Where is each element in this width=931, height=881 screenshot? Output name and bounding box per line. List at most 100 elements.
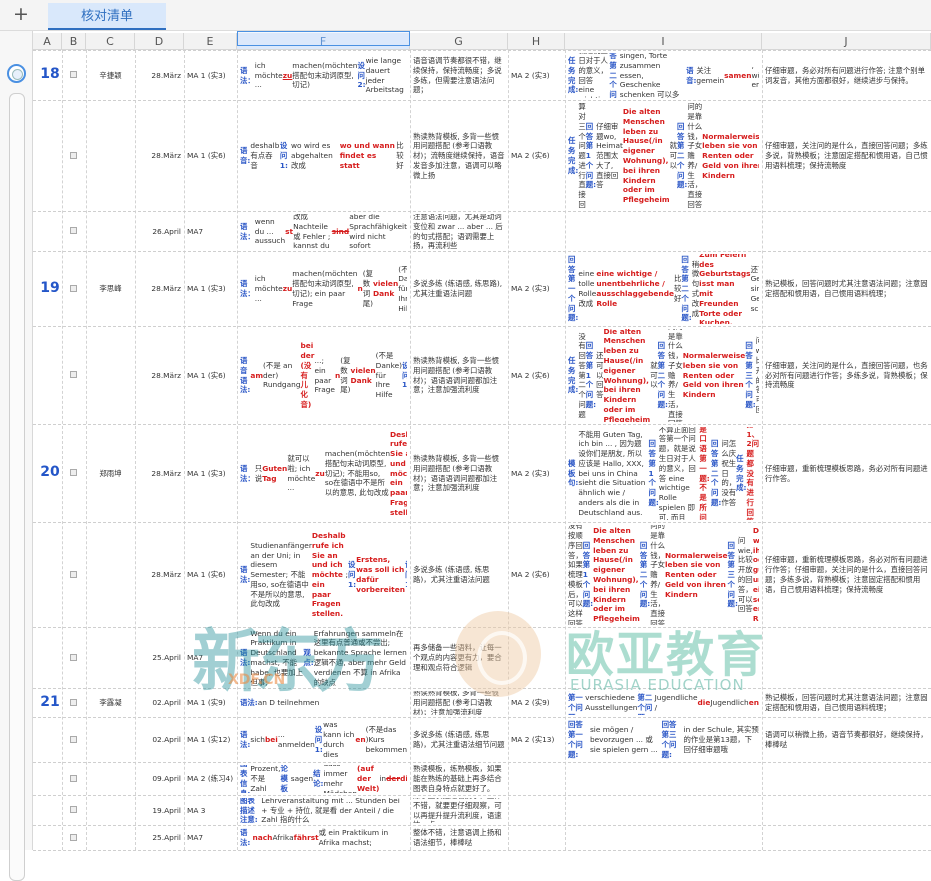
- feedback-i-cell[interactable]: 任务完成: 不算正面回答第一个问题，就是说生日对于人的意义，回答 eine wi…: [568, 53, 759, 98]
- row-checkbox[interactable]: [70, 833, 77, 841]
- ma1-cell[interactable]: MA 1 (实3): [187, 53, 234, 98]
- row-checkbox[interactable]: [70, 151, 77, 159]
- date-cell[interactable]: 28.März: [138, 427, 181, 520]
- comment-g-cell[interactable]: 注意语法问题，尤其是动词变位和 zwar ... aber ... 后的句式搭配…: [413, 214, 505, 249]
- date-cell[interactable]: 25.April: [138, 828, 181, 848]
- student-name-cell[interactable]: [89, 329, 132, 422]
- feedback-i-cell[interactable]: 回答第一个问题: eine tolle Rolle 改成 eine wichti…: [568, 254, 759, 324]
- row-checkbox[interactable]: [70, 698, 77, 706]
- ma1-cell[interactable]: MA7: [187, 214, 234, 249]
- comment-g-cell[interactable]: 熟读熟背模板, 多背一些惯用问题搭配 (参考口语教材)；语语语调问题都加注意；注…: [413, 329, 505, 422]
- feedback-i-cell[interactable]: 时间过短，没有按顺序回答，如果梳理模板后，可以这样回答三个问题: 回答第1个问题…: [568, 525, 759, 625]
- summary-j-cell[interactable]: 仔细审题，重新梳理模板思路，务必对所有问题进行作答；仔细审题，关注问的是什么，直…: [765, 525, 928, 625]
- summary-j-cell[interactable]: 仔细审题，务必对所有问题进行作答; 注意个别单词发音，其他方面都很好，继续进步与…: [765, 53, 928, 98]
- column-header-h[interactable]: H: [508, 33, 565, 50]
- feedback-i-cell[interactable]: [568, 828, 759, 848]
- row-checkbox[interactable]: [70, 774, 77, 782]
- row-checkbox[interactable]: [70, 371, 77, 378]
- student-name-cell[interactable]: [89, 828, 132, 848]
- ma1-cell[interactable]: MA 1 (实12): [187, 720, 234, 760]
- feedback-i-cell[interactable]: [568, 798, 759, 823]
- feedback-i-cell[interactable]: [568, 214, 759, 249]
- feedback-f-cell[interactable]: 语法： ich möchte ... zu machen(möchten 搭配句…: [240, 53, 407, 98]
- date-cell[interactable]: 09.April: [138, 765, 181, 793]
- date-cell[interactable]: 25.April: [138, 630, 181, 686]
- student-name-cell[interactable]: 辛捷颖: [89, 53, 132, 98]
- row-checkbox[interactable]: [70, 284, 77, 292]
- comment-g-cell[interactable]: 语音语调节奏都很不错，继续保持，保持流畅度；多说多练，但需要注意语法问题；: [413, 53, 505, 98]
- column-header-d[interactable]: D: [135, 33, 184, 50]
- column-header-i[interactable]: I: [565, 33, 762, 50]
- feedback-f-cell[interactable]: 语法： ich möchte ... zu machen(möchten 搭配句…: [240, 254, 407, 324]
- feedback-i-cell[interactable]: 回答第一个问题: verschiedene Ausstellungen 回答第二…: [568, 691, 759, 715]
- comment-g-cell[interactable]: 熟读熟背模板, 多背一些惯用问题搭配 (参考口语教材)；流畅度继续保持，语音发音…: [413, 103, 505, 209]
- student-name-cell[interactable]: [89, 525, 132, 625]
- column-header-j[interactable]: J: [762, 33, 931, 50]
- column-header-b[interactable]: B: [62, 33, 86, 50]
- student-name-cell[interactable]: [89, 103, 132, 209]
- column-header-g[interactable]: G: [410, 33, 508, 50]
- feedback-i-cell[interactable]: 回答第一个问题: sie mögen / bevorzugen ... 或 si…: [568, 720, 759, 760]
- student-name-cell[interactable]: 李露凝: [89, 691, 132, 715]
- ma2-cell[interactable]: MA 2 (实9): [511, 691, 562, 715]
- summary-j-cell[interactable]: [765, 630, 928, 686]
- student-name-cell[interactable]: [89, 720, 132, 760]
- ma1-cell[interactable]: MA 1 (实6): [187, 103, 234, 209]
- date-cell[interactable]: 28.März: [138, 254, 181, 324]
- ma2-cell[interactable]: [511, 798, 562, 823]
- ma2-cell[interactable]: MA 2 (实6): [511, 525, 562, 625]
- date-cell[interactable]: 02.April: [138, 691, 181, 715]
- column-header-e[interactable]: E: [184, 33, 237, 50]
- ma1-cell[interactable]: MA 1 (实6): [187, 329, 234, 422]
- selected-cell-f[interactable]: [237, 31, 410, 46]
- comment-g-cell[interactable]: 除了图表描述看反了，整体不错，就要更仔细观察，可以再提升提升流利度，语速快一点: [413, 798, 505, 823]
- date-cell[interactable]: 28.März: [138, 103, 181, 209]
- feedback-f-cell[interactable]: 语法: nach Afrika fährst 或 ein Praktikum i…: [240, 828, 407, 848]
- comment-g-cell[interactable]: 多说多练 (练语感, 练思路), 尤其注重语法问题: [413, 254, 505, 324]
- column-header-a[interactable]: A: [33, 33, 62, 50]
- summary-j-cell[interactable]: 熟记模板，回答问题时尤其注意语法问题；注意固定搭配和惯用语，自己惯用语料梳理；: [765, 691, 928, 715]
- summary-j-cell[interactable]: 仔细审题，关注问的是什么，直接回答问题；多练多说，背熟模板；注意固定搭配和惯用语…: [765, 103, 928, 209]
- ma2-cell[interactable]: MA 2 (实3): [511, 254, 562, 324]
- student-name-cell[interactable]: [89, 214, 132, 249]
- row-checkbox[interactable]: [70, 469, 77, 476]
- row-checkbox[interactable]: [70, 653, 77, 661]
- summary-j-cell[interactable]: 熟记模板，回答问题时尤其注意语法问题；注意固定搭配和惯用语，自己惯用语料梳理；: [765, 254, 928, 324]
- student-name-cell[interactable]: [89, 630, 132, 686]
- ma2-cell[interactable]: [511, 765, 562, 793]
- comment-g-cell[interactable]: 多说多练 (练语感, 练思路)，尤其注重语法细节问题: [413, 720, 505, 760]
- summary-j-cell[interactable]: [765, 765, 928, 793]
- ma1-cell[interactable]: MA 2 (练习4): [187, 765, 234, 793]
- student-name-cell[interactable]: [89, 798, 132, 823]
- date-cell[interactable]: 28.März: [138, 53, 181, 98]
- date-cell[interactable]: 28.März: [138, 525, 181, 625]
- summary-j-cell[interactable]: [765, 214, 928, 249]
- comment-g-cell[interactable]: 熟读模板，练熟模板，如果能在熟练的基础上再多结合图表自身特点就更好了。: [413, 765, 505, 793]
- ma2-cell[interactable]: MA 2 (实3): [511, 427, 562, 520]
- feedback-f-cell[interactable]: 图表描述注意: Lehrveranstaltung mit ... Stunde…: [240, 798, 407, 823]
- add-sheet-button[interactable]: +: [6, 3, 36, 27]
- student-name-cell[interactable]: 郑雨坤: [89, 427, 132, 520]
- feedback-i-cell[interactable]: [568, 765, 759, 793]
- student-name-cell[interactable]: [89, 765, 132, 793]
- feedback-f-cell[interactable]: 图表信息: Prozent, 不是Zahl 结论模板句: sagen 结论: d…: [240, 765, 407, 793]
- summary-j-cell[interactable]: [765, 828, 928, 848]
- feedback-f-cell[interactable]: 语音语法: am (不是 an der) Rundgang bei der (没…: [240, 329, 407, 422]
- tab-check-list[interactable]: 核对清单: [48, 3, 166, 30]
- summary-j-cell[interactable]: 仔细审题，关注问的是什么，直接回答问题，也务必对所有问题进行作答；多练多说，背熟…: [765, 329, 928, 422]
- ma2-cell[interactable]: MA 2 (实6): [511, 103, 562, 209]
- ma2-cell[interactable]: MA 2 (实13): [511, 720, 562, 760]
- comment-g-cell[interactable]: 整体不错，注意语调上扬和语法细节，棒棒哒: [413, 828, 505, 848]
- ma1-cell[interactable]: MA 3: [187, 798, 234, 823]
- date-cell[interactable]: 19.April: [138, 798, 181, 823]
- ma2-cell[interactable]: [511, 214, 562, 249]
- feedback-f-cell[interactable]: 语法: sich bei ... anmelden 设问1: was kann …: [240, 720, 407, 760]
- date-cell[interactable]: 28.März: [138, 329, 181, 422]
- summary-j-cell[interactable]: [765, 798, 928, 823]
- feedback-f-cell[interactable]: 语法： 只说 Guten Tag 就可以啦; ich möchte ... zu …: [240, 427, 407, 520]
- ma1-cell[interactable]: MA 1 (实3): [187, 254, 234, 324]
- feedback-i-cell[interactable]: 任务完成: 不算对三个问题进行直接回答 回答第1个问题: 仔细审题wo, Hei…: [568, 103, 759, 209]
- comment-g-cell[interactable]: 多说多练 (练语感, 练思路)，尤其注重语法问题: [413, 525, 505, 625]
- student-name-cell[interactable]: 李思峰: [89, 254, 132, 324]
- ma2-cell[interactable]: MA 2 (实3): [511, 53, 562, 98]
